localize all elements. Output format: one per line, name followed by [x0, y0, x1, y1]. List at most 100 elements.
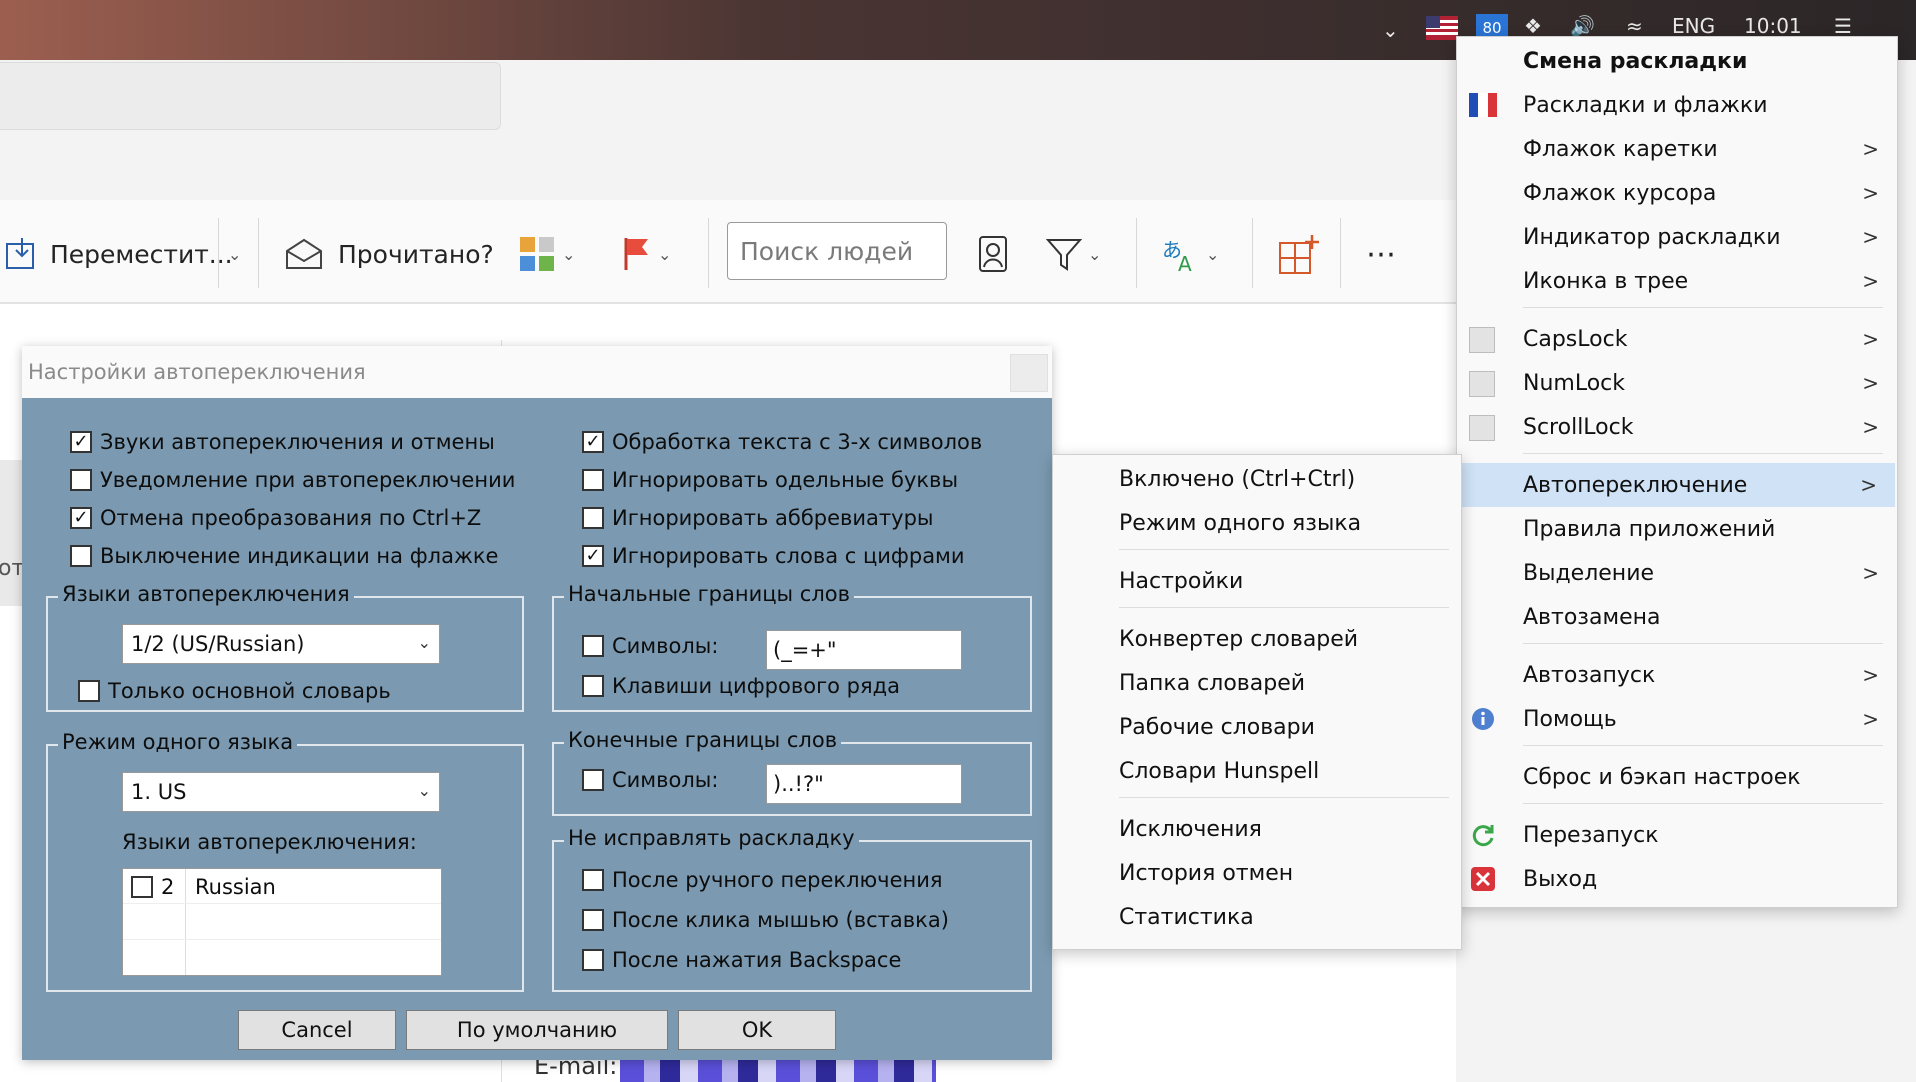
submenu-item-dict-converter[interactable]: Конвертер словарей [1053, 617, 1461, 661]
notifications-icon[interactable]: ☰ [1834, 14, 1852, 38]
submenu-item-hunspell[interactable]: Словари Hunspell [1053, 749, 1461, 793]
row-divider [123, 939, 441, 940]
submenu-item-undo-history[interactable]: История отмен [1053, 851, 1461, 895]
menu-item-cursor-flag[interactable]: Флажок курсора > [1457, 171, 1897, 215]
default-button[interactable]: По умолчанию [406, 1010, 668, 1050]
checkbox-end-symbols[interactable]: Символы: [582, 768, 718, 792]
select-value: 1. US [131, 780, 187, 804]
menu-item-layouts-flags[interactable]: Раскладки и флажки [1457, 83, 1897, 127]
menu-item-layout-indicator[interactable]: Индикатор раскладки > [1457, 215, 1897, 259]
checkbox-ignore-abbreviations[interactable]: Игнорировать аббревиатуры [582, 506, 934, 530]
menu-item-restart[interactable]: Перезапуск [1457, 813, 1897, 857]
checkbox-digit-keys[interactable]: Клавиши цифрового ряда [582, 674, 900, 698]
divider [708, 218, 709, 288]
flag-icon [624, 238, 648, 270]
submenu-item-statistics[interactable]: Статистика [1053, 895, 1461, 939]
list-item-language: Russian [195, 875, 276, 899]
redacted-email [620, 1058, 936, 1082]
refresh-icon [1472, 825, 1494, 847]
submenu-item-enabled[interactable]: Включено (Ctrl+Ctrl) [1053, 457, 1461, 501]
submenu-item-dict-folder[interactable]: Папка словарей [1053, 661, 1461, 705]
start-symbols-input[interactable]: (_=+" [766, 630, 962, 670]
menu-item-numlock[interactable]: NumLock > [1457, 361, 1897, 405]
filter-button[interactable]: ⌄ [1046, 226, 1101, 282]
menu-separator [1119, 797, 1449, 798]
chevron-up-icon[interactable]: ⌄ [1382, 18, 1399, 42]
checkbox-box [582, 675, 604, 697]
menu-item-label: Режим одного языка [1119, 510, 1362, 536]
move-dropdown[interactable]: ⌄ [222, 226, 241, 282]
top-search-box[interactable] [0, 62, 501, 130]
flag-fr-icon [1469, 93, 1497, 117]
menu-item-help[interactable]: Помощь > [1457, 697, 1897, 741]
checkbox-notify[interactable]: Уведомление при автопереключении [70, 468, 515, 492]
flag-us-icon[interactable] [1426, 16, 1458, 40]
divider [218, 218, 219, 288]
add-table-button[interactable] [1278, 226, 1320, 282]
menu-item-exit[interactable]: Выход [1457, 857, 1897, 901]
menu-item-caret-flag[interactable]: Флажок каретки > [1457, 127, 1897, 171]
menu-item-autostart[interactable]: Автозапуск > [1457, 653, 1897, 697]
chevron-right-icon: > [1862, 371, 1879, 395]
single-language-select[interactable]: 1. US ⌄ [122, 772, 440, 812]
list-item[interactable]: 2 [131, 875, 174, 899]
menu-separator [1119, 549, 1449, 550]
chevron-right-icon: > [1862, 269, 1879, 293]
chevron-right-icon: > [1862, 415, 1879, 439]
checkbox-disable-flag-indication[interactable]: Выключение индикации на флажке [70, 544, 498, 568]
submenu-item-working-dicts[interactable]: Рабочие словари [1053, 705, 1461, 749]
checkbox-sounds[interactable]: ✓ Звуки автопереключения и отмены [70, 430, 495, 454]
info-icon [1472, 708, 1494, 730]
more-button[interactable]: ⋯ [1366, 226, 1396, 282]
move-button[interactable]: Переместит... [4, 226, 233, 282]
ok-button[interactable]: OK [678, 1010, 836, 1050]
end-symbols-input[interactable]: )..!?" [766, 764, 962, 804]
lang-indicator[interactable]: ENG [1672, 14, 1715, 38]
menu-item-switch-layout[interactable]: Смена раскладки [1457, 39, 1897, 83]
submenu-item-single-language[interactable]: Режим одного языка [1053, 501, 1461, 545]
translate-icon: あA [1162, 238, 1192, 273]
read-button[interactable]: Прочитано? [284, 226, 494, 282]
menu-item-scrolllock[interactable]: ScrollLock > [1457, 405, 1897, 449]
left-pane-fragment: отс [0, 460, 22, 606]
menu-item-app-rules[interactable]: Правила приложений [1457, 507, 1897, 551]
submenu-item-settings[interactable]: Настройки [1053, 559, 1461, 603]
languages-select[interactable]: 1/2 (US/Russian) ⌄ [122, 624, 440, 664]
checkbox-only-main-dict[interactable]: Только основной словарь [78, 679, 391, 703]
checkbox-after-mouse-click[interactable]: После клика мышью (вставка) [582, 908, 949, 932]
checkbox-ignore-digits[interactable]: ✓ Игнорировать слова с цифрами [582, 544, 965, 568]
translate-button[interactable]: あA ⌄ [1162, 226, 1219, 282]
checkbox-label: Символы: [612, 634, 719, 658]
checkbox-label: Клавиши цифрового ряда [612, 674, 900, 698]
menu-item-selection[interactable]: Выделение > [1457, 551, 1897, 595]
people-search-input[interactable]: Поиск людей [727, 222, 947, 280]
menu-item-capslock[interactable]: CapsLock > [1457, 317, 1897, 361]
checkbox-ignore-letters[interactable]: Игнорировать одельные буквы [582, 468, 958, 492]
menu-item-autoreplace[interactable]: Автозамена [1457, 595, 1897, 639]
chevron-down-icon: ⌄ [1206, 244, 1220, 264]
menu-item-tray-icon[interactable]: Иконка в трее > [1457, 259, 1897, 303]
checkbox-process-3chars[interactable]: ✓ Обработка текста с 3-х символов [582, 430, 982, 454]
wifi-icon[interactable]: ≈ [1626, 14, 1643, 38]
address-book-button[interactable] [978, 226, 1008, 282]
checkbox-undo-ctrlz[interactable]: ✓ Отмена преобразования по Ctrl+Z [70, 506, 481, 530]
volume-icon[interactable]: 🔊 [1570, 14, 1595, 38]
checkbox-box [582, 909, 604, 931]
dropbox-icon[interactable]: ❖ [1524, 14, 1542, 38]
menu-item-reset-backup[interactable]: Сброс и бэкап настроек [1457, 755, 1897, 799]
checkbox-after-backspace[interactable]: После нажатия Backspace [582, 948, 901, 972]
categorize-button[interactable]: ⌄ [518, 226, 575, 282]
languages-list[interactable]: 2 Russian [122, 868, 442, 976]
submenu-item-exceptions[interactable]: Исключения [1053, 807, 1461, 851]
checkbox-start-symbols[interactable]: Символы: [582, 634, 718, 658]
menu-item-label: Включено (Ctrl+Ctrl) [1119, 466, 1356, 492]
menu-separator [1523, 745, 1883, 746]
cancel-button[interactable]: Cancel [238, 1010, 396, 1050]
checkbox-after-manual-switch[interactable]: После ручного переключения [582, 868, 943, 892]
menu-item-label: Исключения [1119, 816, 1262, 842]
check-icon: ✓ [70, 431, 92, 453]
clock[interactable]: 10:01 [1744, 14, 1802, 38]
menu-item-autoswitch[interactable]: Автопереключение > [1457, 463, 1895, 507]
close-button[interactable] [1010, 354, 1048, 392]
flag-button[interactable]: ⌄ [622, 226, 671, 282]
